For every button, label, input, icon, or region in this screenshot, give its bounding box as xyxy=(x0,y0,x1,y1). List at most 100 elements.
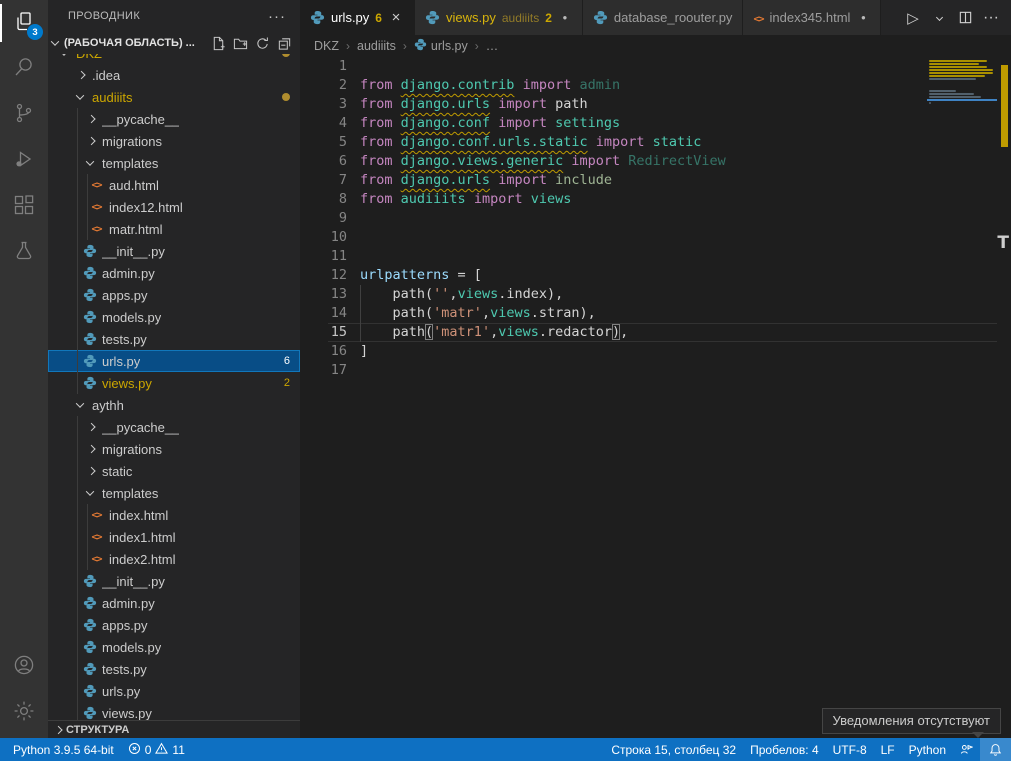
collapse-all-icon[interactable] xyxy=(276,35,292,51)
language-mode-status[interactable]: Python xyxy=(902,738,953,761)
cursor-position-status[interactable]: Строка 15, столбец 32 xyxy=(604,738,743,761)
tree-item-index12.html[interactable]: <>index12.html xyxy=(48,196,300,218)
tree-item-index2.html[interactable]: <> index2.html xyxy=(48,548,300,570)
indentation-status[interactable]: Пробелов: 4 xyxy=(743,738,826,761)
python-file-icon xyxy=(82,595,97,611)
encoding-status[interactable]: UTF-8 xyxy=(826,738,874,761)
breadcrumb-item[interactable]: urls.py xyxy=(414,38,468,54)
code-editor[interactable]: 1234567891011121314151617 from django.co… xyxy=(300,57,1011,738)
problems-status[interactable]: 0 11 xyxy=(121,738,192,761)
code-token: import xyxy=(498,96,547,112)
code-token: import xyxy=(474,191,523,207)
tab-urls.py[interactable]: urls.py6× xyxy=(300,0,415,35)
breadcrumb-label: urls.py xyxy=(431,39,468,53)
code-token: , xyxy=(482,305,490,321)
code-token: import xyxy=(498,172,547,188)
tree-item-admin.py[interactable]: admin.py xyxy=(48,262,300,284)
modified-dot-icon[interactable]: ● xyxy=(558,13,572,22)
tree-item-static[interactable]: static xyxy=(48,460,300,482)
eol-status[interactable]: LF xyxy=(874,738,902,761)
tree-item-templates[interactable]: templates xyxy=(48,152,300,174)
code-token: django.views.generic xyxy=(401,153,564,169)
tree-item-label: index2.html xyxy=(109,552,175,567)
tree-item-label: models.py xyxy=(102,310,161,325)
tree-item-views.py[interactable]: views.py xyxy=(48,702,300,720)
tree-item-models.py[interactable]: models.py xyxy=(48,306,300,328)
code-token: path xyxy=(555,96,588,112)
activity-item-testing[interactable] xyxy=(0,230,48,276)
code-token xyxy=(466,191,474,207)
code-token: , xyxy=(449,286,457,302)
breadcrumb-item[interactable]: … xyxy=(486,39,499,53)
modified-dot-icon[interactable]: ● xyxy=(856,13,870,22)
tree-item-aud.html[interactable]: <>aud.html xyxy=(48,174,300,196)
python-interpreter-status[interactable]: Python 3.9.5 64-bit xyxy=(6,738,121,761)
tree-item-views.py[interactable]: views.py2 xyxy=(48,372,300,394)
tree-item-tests.py[interactable]: tests.py xyxy=(48,328,300,350)
code-token xyxy=(588,134,596,150)
tab-database_roouter.py[interactable]: database_roouter.py xyxy=(583,0,744,35)
refresh-icon[interactable] xyxy=(254,35,270,51)
tree-item-__init__.py[interactable]: __init__.py xyxy=(48,240,300,262)
tree-item-models.py[interactable]: models.py xyxy=(48,636,300,658)
tree-item-__pycache__[interactable]: __pycache__ xyxy=(48,108,300,130)
overview-ruler[interactable] xyxy=(997,57,1011,738)
tab-views.py[interactable]: views.pyaudiiits2● xyxy=(415,0,583,35)
run-dropdown-chevron-icon[interactable] xyxy=(927,6,951,30)
tree-item-.idea[interactable]: .idea xyxy=(48,64,300,86)
new-folder-icon[interactable] xyxy=(232,35,248,51)
more-actions-icon[interactable]: ··· xyxy=(979,6,1003,30)
outline-section-header[interactable]: СТРУКТУРА xyxy=(48,720,300,738)
close-icon[interactable]: × xyxy=(388,9,404,26)
line-number: 5 xyxy=(300,133,347,152)
chevron-right-icon xyxy=(82,419,97,435)
python-file-icon xyxy=(82,287,97,303)
tree-item-index.html[interactable]: <>index.html xyxy=(48,504,300,526)
tree-item-migrations[interactable]: migrations xyxy=(48,438,300,460)
breadcrumb-item[interactable]: audiiits xyxy=(357,39,396,53)
tree-item-urls.py[interactable]: urls.py6 xyxy=(48,350,300,372)
chevron-down-icon xyxy=(72,89,87,105)
tree-item-admin.py[interactable]: admin.py xyxy=(48,592,300,614)
breadcrumb-item[interactable]: DKZ xyxy=(314,39,339,53)
code-line-15: path('matr1',views.redactor), xyxy=(360,323,628,342)
tree-item-aythh[interactable]: aythh xyxy=(48,394,300,416)
tree-item-apps.py[interactable]: apps.py xyxy=(48,614,300,636)
code-line-6: from django.views.generic import Redirec… xyxy=(360,152,726,171)
tree-item-apps.py[interactable]: apps.py xyxy=(48,284,300,306)
html-file-icon: <> xyxy=(89,551,104,567)
activity-item-accounts[interactable] xyxy=(0,644,48,690)
chevron-right-icon xyxy=(82,441,97,457)
activity-bar-top: 3 xyxy=(0,0,48,276)
run-file-icon[interactable]: ▷ xyxy=(901,6,925,30)
tree-item-urls.py[interactable]: urls.py xyxy=(48,680,300,702)
notifications-bell-icon[interactable] xyxy=(980,738,1011,761)
tree-item-audiiits[interactable]: audiiits xyxy=(48,86,300,108)
warning-icon xyxy=(155,742,168,758)
problems-badge: 6 xyxy=(284,355,290,367)
tab-index345.html[interactable]: <>index345.html● xyxy=(743,0,881,35)
new-file-icon[interactable] xyxy=(210,35,226,51)
workspace-section-header[interactable]: (РАБОЧАЯ ОБЛАСТЬ) ... xyxy=(48,32,300,54)
sidebar-more-icon[interactable]: ··· xyxy=(268,8,286,25)
activity-item-search[interactable] xyxy=(0,46,48,92)
tree-item-DKZ[interactable]: DKZ xyxy=(48,54,300,64)
tree-indent-guide xyxy=(77,108,78,394)
minimap-line xyxy=(929,75,985,77)
tree-item-matr.html[interactable]: <>matr.html xyxy=(48,218,300,240)
code-token: admin xyxy=(580,77,621,93)
tree-item-label: matr.html xyxy=(109,222,162,237)
tree-item-migrations[interactable]: migrations xyxy=(48,130,300,152)
activity-item-explorer[interactable]: 3 xyxy=(0,0,48,46)
tree-item-__init__.py[interactable]: __init__.py xyxy=(48,570,300,592)
activity-item-source-control[interactable] xyxy=(0,92,48,138)
tree-item-templates[interactable]: templates xyxy=(48,482,300,504)
line-number: 11 xyxy=(300,247,347,266)
activity-item-manage[interactable] xyxy=(0,690,48,736)
tree-item-__pycache__[interactable]: __pycache__ xyxy=(48,416,300,438)
tree-item-index1.html[interactable]: <>index1.html xyxy=(48,526,300,548)
activity-item-extensions[interactable] xyxy=(0,184,48,230)
split-editor-icon[interactable] xyxy=(953,6,977,30)
tree-item-tests.py[interactable]: tests.py xyxy=(48,658,300,680)
activity-item-run-and-debug[interactable] xyxy=(0,138,48,184)
